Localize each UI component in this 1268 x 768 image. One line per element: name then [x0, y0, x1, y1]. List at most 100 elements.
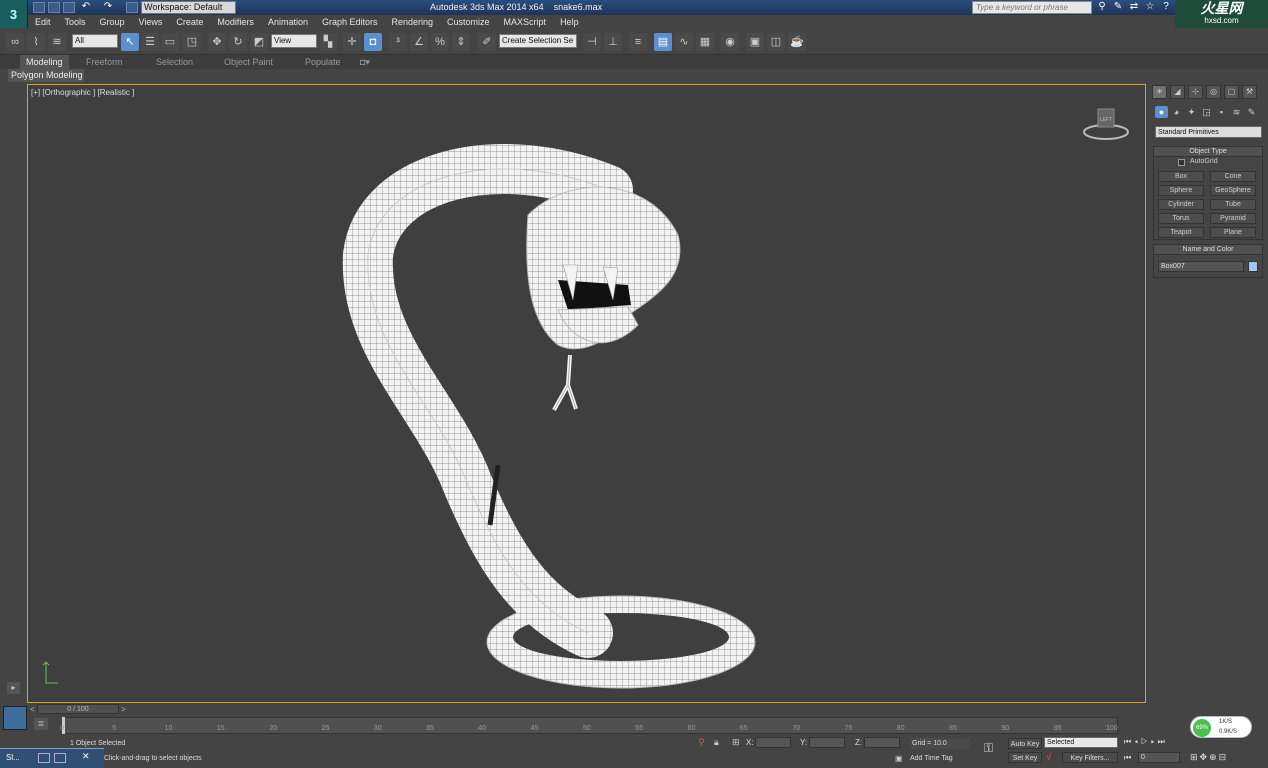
mini-listener-icon[interactable]: [3, 706, 27, 730]
polygon-modeling-panel[interactable]: Polygon Modeling: [8, 69, 84, 82]
key-icon[interactable]: ⚿: [984, 741, 993, 756]
cone-button[interactable]: Cone: [1210, 171, 1256, 182]
menu-modifiers[interactable]: Modifiers: [210, 15, 261, 29]
torus-button[interactable]: Torus: [1158, 213, 1204, 224]
open-icon[interactable]: [48, 2, 60, 13]
window-crossing-icon[interactable]: ◳: [183, 33, 201, 51]
curve-editor-icon[interactable]: ∿: [675, 33, 693, 51]
sphere-button[interactable]: Sphere: [1158, 185, 1204, 196]
menu-group[interactable]: Group: [93, 15, 132, 29]
undo-icon[interactable]: ↶: [80, 1, 92, 13]
manipulate-icon[interactable]: ✛: [343, 33, 361, 51]
set-key-button[interactable]: Set Key: [1008, 752, 1042, 763]
autogrid-checkbox[interactable]: [1178, 159, 1185, 166]
keyboard-shortcut-icon[interactable]: ◘: [364, 33, 382, 51]
menu-help[interactable]: Help: [553, 15, 586, 29]
render-setup-icon[interactable]: ▣: [746, 33, 764, 51]
close-icon[interactable]: ✕: [82, 751, 90, 762]
x-coord-field[interactable]: [755, 737, 791, 748]
pivot-icon[interactable]: ▚: [319, 33, 337, 51]
menu-animation[interactable]: Animation: [261, 15, 315, 29]
z-coord-field[interactable]: [864, 737, 900, 748]
systems-icon[interactable]: ✎: [1245, 106, 1258, 118]
mirror-icon[interactable]: ⊣: [583, 33, 601, 51]
modify-tab-icon[interactable]: ◢: [1170, 85, 1185, 99]
rect-selection-icon[interactable]: ▭: [161, 33, 179, 51]
tab-object-paint[interactable]: Object Paint: [218, 55, 279, 69]
motion-tab-icon[interactable]: ◎: [1206, 85, 1221, 99]
create-tab-icon[interactable]: ☀: [1152, 85, 1167, 99]
layer-manager-icon[interactable]: ≡: [629, 33, 647, 51]
rotate-icon[interactable]: ↻: [229, 33, 247, 51]
bind-space-warp-icon[interactable]: ≋: [48, 33, 66, 51]
search-input[interactable]: Type a keyword or phrase: [972, 1, 1092, 14]
key-mode-dropdown[interactable]: Selected: [1044, 737, 1118, 748]
menu-tools[interactable]: Tools: [58, 15, 93, 29]
select-by-name-icon[interactable]: ☰: [141, 33, 159, 51]
hierarchy-tab-icon[interactable]: ⊹: [1188, 85, 1203, 99]
named-selection-dropdown[interactable]: Create Selection Se: [499, 34, 577, 48]
menu-edit[interactable]: Edit: [28, 15, 58, 29]
spinner-snap-icon[interactable]: ⇕: [452, 33, 470, 51]
tube-button[interactable]: Tube: [1210, 199, 1256, 210]
set-key-icon[interactable]: √: [1046, 752, 1052, 763]
select-object-icon[interactable]: ↖: [121, 33, 139, 51]
current-frame-field[interactable]: 0: [1138, 752, 1180, 763]
expand-ribbon-icon[interactable]: ▸: [7, 682, 20, 694]
maximize-icon[interactable]: [54, 753, 66, 763]
pyramid-button[interactable]: Pyramid: [1210, 213, 1256, 224]
save-icon[interactable]: [63, 2, 75, 13]
angle-snap-icon[interactable]: ∠: [410, 33, 428, 51]
tools-icon[interactable]: ✎: [1112, 1, 1124, 13]
object-color-swatch[interactable]: [1248, 261, 1258, 272]
box-button[interactable]: Box: [1158, 171, 1204, 182]
viewport-orthographic[interactable]: [+] [Orthographic ] [Realistic ]: [27, 84, 1146, 703]
menu-views[interactable]: Views: [132, 15, 170, 29]
new-icon[interactable]: [33, 2, 45, 13]
snap-3d-icon[interactable]: ³: [389, 33, 407, 51]
time-slider[interactable]: 0 / 100: [37, 704, 119, 714]
y-coord-field[interactable]: [809, 737, 845, 748]
geometry-icon[interactable]: ●: [1155, 106, 1168, 118]
time-tag-icon[interactable]: ▣: [895, 754, 903, 763]
menu-graph-editors[interactable]: Graph Editors: [315, 15, 385, 29]
graphite-toggle-icon[interactable]: ▤: [654, 33, 672, 51]
link-icon[interactable]: ∞: [6, 33, 24, 51]
utilities-tab-icon[interactable]: ⚒: [1242, 85, 1257, 99]
render-frame-icon[interactable]: ◫: [767, 33, 785, 51]
binoculars-icon[interactable]: ⚲: [1096, 1, 1108, 13]
viewcube-icon[interactable]: LEFT: [1083, 104, 1129, 142]
primitive-type-dropdown[interactable]: Standard Primitives: [1155, 126, 1262, 138]
material-editor-icon[interactable]: ◉: [721, 33, 739, 51]
ref-coord-dropdown[interactable]: View: [271, 34, 317, 48]
menu-maxscript[interactable]: MAXScript: [497, 15, 554, 29]
tab-freeform[interactable]: Freeform: [80, 55, 129, 69]
auto-key-button[interactable]: Auto Key: [1008, 738, 1042, 749]
unlink-icon[interactable]: ⌇: [27, 33, 45, 51]
help-icon[interactable]: ?: [1160, 1, 1172, 13]
helpers-icon[interactable]: ▪: [1215, 106, 1228, 118]
playback-controls[interactable]: ⏮◂▷▸⏭: [1124, 737, 1168, 747]
lock-selection-icon[interactable]: 🔒︎: [714, 737, 719, 748]
tab-modeling[interactable]: Modeling: [20, 55, 69, 69]
align-icon[interactable]: ⊥: [604, 33, 622, 51]
redo-icon[interactable]: ↷: [102, 1, 114, 13]
track-bar-toggle-icon[interactable]: ≣: [34, 718, 48, 730]
ribbon-options-icon[interactable]: ◘▾: [354, 55, 376, 69]
render-production-icon[interactable]: ☕: [788, 33, 806, 51]
menu-rendering[interactable]: Rendering: [385, 15, 441, 29]
tab-populate[interactable]: Populate: [299, 55, 347, 69]
object-name-field[interactable]: Box007: [1158, 261, 1244, 272]
lights-icon[interactable]: ✦: [1185, 106, 1198, 118]
object-type-title[interactable]: Object Type: [1154, 147, 1262, 157]
percent-snap-icon[interactable]: %: [431, 33, 449, 51]
key-filters-button[interactable]: Key Filters...: [1062, 752, 1118, 763]
key-mode-toggle-icon[interactable]: ⏮: [1124, 753, 1131, 763]
move-icon[interactable]: ✥: [208, 33, 226, 51]
schematic-view-icon[interactable]: ▦: [696, 33, 714, 51]
restore-icon[interactable]: [38, 753, 50, 763]
transform-mode-icon[interactable]: ⊞: [732, 737, 740, 748]
selection-filter-dropdown[interactable]: All: [72, 34, 118, 48]
name-color-title[interactable]: Name and Color: [1154, 245, 1262, 255]
favorites-icon[interactable]: ☆: [1144, 1, 1156, 13]
